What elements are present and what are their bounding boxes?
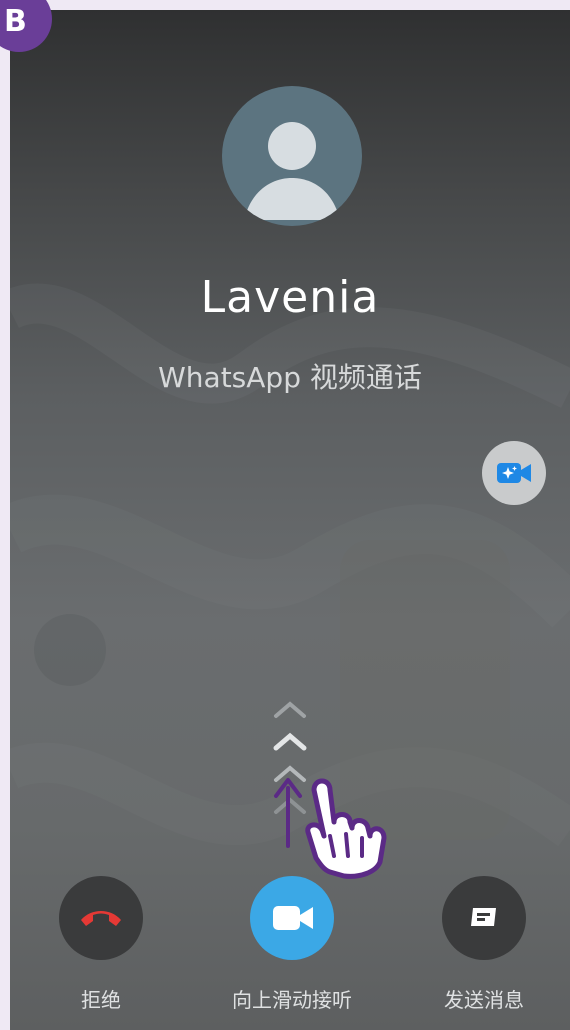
step-badge-letter: B [4, 4, 27, 39]
hand-swipe-up-icon [274, 778, 387, 879]
videocam-icon [273, 906, 313, 930]
decline-button[interactable] [59, 876, 143, 960]
send-message-label: 发送消息 [444, 988, 524, 1012]
call-type-label: WhatsApp 视频通话 [158, 361, 422, 394]
accept-video-call-button[interactable] [250, 876, 334, 960]
decline-label: 拒绝 [81, 988, 121, 1012]
video-effects-sparkle-icon [497, 463, 531, 483]
person-silhouette-icon [244, 122, 340, 220]
caller-avatar [222, 86, 362, 226]
send-message-button[interactable] [442, 876, 526, 960]
incoming-call-screen: Lavenia WhatsApp 视频通话 拒绝 向上滑动接听 发送消息 [10, 10, 570, 1030]
chevron-up-icon [274, 701, 306, 718]
caller-name: Lavenia [200, 272, 380, 323]
message-icon [471, 908, 496, 926]
chevron-up-icon [273, 732, 307, 751]
accept-label: 向上滑动接听 [232, 988, 352, 1012]
phone-hangup-icon [81, 911, 121, 926]
video-effects-button[interactable] [482, 441, 546, 505]
